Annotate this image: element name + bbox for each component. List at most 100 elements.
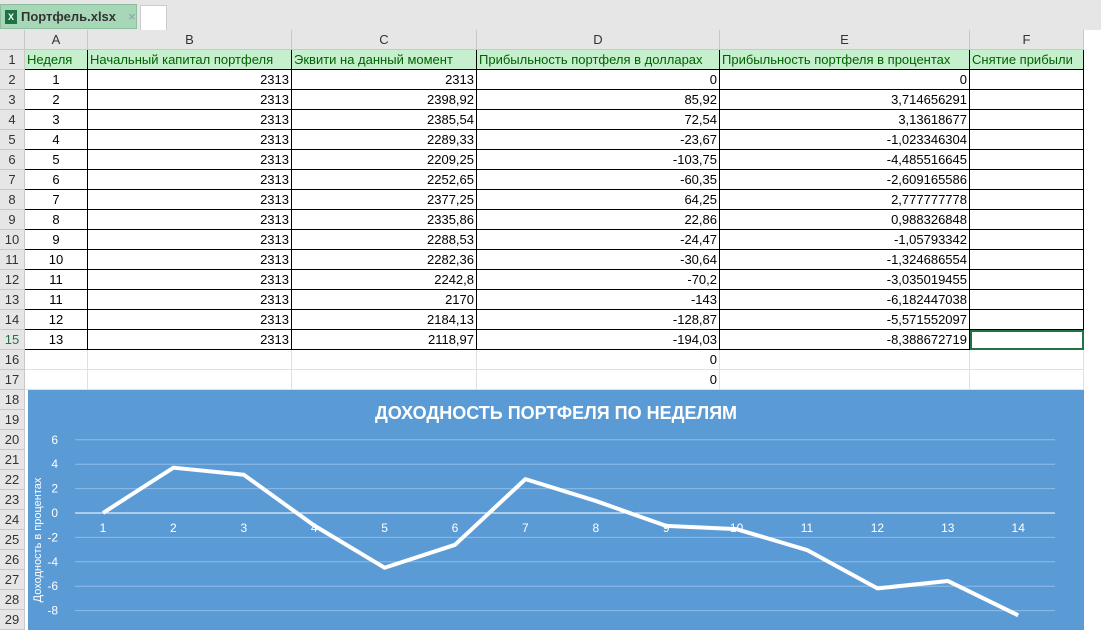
table-cell[interactable]: 6 — [25, 170, 88, 190]
table-cell[interactable] — [970, 330, 1084, 350]
table-cell[interactable] — [88, 370, 292, 390]
table-cell[interactable]: 85,92 — [477, 90, 720, 110]
row-header[interactable]: 23 — [0, 490, 25, 510]
table-cell[interactable]: 3,714656291 — [720, 90, 970, 110]
row-header[interactable]: 15 — [0, 330, 25, 350]
row-header[interactable]: 12 — [0, 270, 25, 290]
table-cell[interactable]: 5 — [25, 150, 88, 170]
row-header[interactable]: 27 — [0, 570, 25, 590]
table-cell[interactable]: -103,75 — [477, 150, 720, 170]
row-header[interactable]: 7 — [0, 170, 25, 190]
table-cell[interactable]: 2 — [25, 90, 88, 110]
column-header-B[interactable]: B — [88, 30, 292, 50]
table-cell[interactable]: 2313 — [88, 90, 292, 110]
table-cell[interactable]: -194,03 — [477, 330, 720, 350]
row-header[interactable]: 10 — [0, 230, 25, 250]
row-header[interactable]: 22 — [0, 470, 25, 490]
table-cell[interactable]: 3,13618677 — [720, 110, 970, 130]
tab-portfel[interactable]: X Портфель.xlsx × — [0, 4, 137, 29]
table-cell[interactable] — [970, 90, 1084, 110]
row-header[interactable]: 4 — [0, 110, 25, 130]
table-cell[interactable]: 2313 — [292, 70, 477, 90]
table-cell[interactable]: 4 — [25, 130, 88, 150]
table-cell[interactable]: 0,988326848 — [720, 210, 970, 230]
table-cell[interactable]: -60,35 — [477, 170, 720, 190]
table-cell[interactable]: 2313 — [88, 230, 292, 250]
table-cell[interactable]: 2313 — [88, 290, 292, 310]
row-header[interactable]: 9 — [0, 210, 25, 230]
table-cell[interactable]: 2313 — [88, 110, 292, 130]
table-cell[interactable]: 8 — [25, 210, 88, 230]
table-cell[interactable]: 0 — [477, 350, 720, 370]
table-cell[interactable]: 2118,97 — [292, 330, 477, 350]
table-cell[interactable]: 13 — [25, 330, 88, 350]
column-header-D[interactable]: D — [477, 30, 720, 50]
row-header[interactable]: 5 — [0, 130, 25, 150]
table-cell[interactable] — [970, 350, 1084, 370]
table-cell[interactable] — [970, 130, 1084, 150]
select-all-button[interactable] — [0, 30, 25, 50]
row-header[interactable]: 1 — [0, 50, 25, 70]
table-cell[interactable] — [970, 370, 1084, 390]
row-header[interactable]: 25 — [0, 530, 25, 550]
table-cell[interactable]: -5,571552097 — [720, 310, 970, 330]
table-cell[interactable]: -143 — [477, 290, 720, 310]
table-cell[interactable]: -2,609165586 — [720, 170, 970, 190]
table-cell[interactable]: 11 — [25, 270, 88, 290]
table-cell[interactable]: -24,47 — [477, 230, 720, 250]
table-cell[interactable] — [720, 370, 970, 390]
table-cell[interactable]: -1,324686554 — [720, 250, 970, 270]
row-header[interactable]: 13 — [0, 290, 25, 310]
table-cell[interactable]: -128,87 — [477, 310, 720, 330]
table-cell[interactable]: 22,86 — [477, 210, 720, 230]
table-cell[interactable]: 12 — [25, 310, 88, 330]
table-cell[interactable] — [970, 210, 1084, 230]
table-cell[interactable]: 2209,25 — [292, 150, 477, 170]
header-cell[interactable]: Прибыльность портфеля в долларах — [477, 50, 720, 70]
row-header[interactable]: 20 — [0, 430, 25, 450]
header-cell[interactable]: Снятие прибыли — [970, 50, 1084, 70]
new-tab-button[interactable] — [140, 5, 167, 31]
table-cell[interactable]: -6,182447038 — [720, 290, 970, 310]
table-cell[interactable]: 2398,92 — [292, 90, 477, 110]
table-cell[interactable] — [88, 350, 292, 370]
table-cell[interactable]: 1 — [25, 70, 88, 90]
row-header[interactable]: 29 — [0, 610, 25, 630]
row-header[interactable]: 24 — [0, 510, 25, 530]
table-cell[interactable]: 2313 — [88, 210, 292, 230]
row-header[interactable]: 2 — [0, 70, 25, 90]
table-cell[interactable]: 2,777777778 — [720, 190, 970, 210]
table-cell[interactable] — [970, 70, 1084, 90]
table-cell[interactable] — [25, 370, 88, 390]
column-header-C[interactable]: C — [292, 30, 477, 50]
row-header[interactable]: 3 — [0, 90, 25, 110]
table-cell[interactable] — [292, 350, 477, 370]
table-cell[interactable]: 11 — [25, 290, 88, 310]
table-cell[interactable]: -23,67 — [477, 130, 720, 150]
table-cell[interactable]: -3,035019455 — [720, 270, 970, 290]
header-cell[interactable]: Начальный капитал портфеля — [88, 50, 292, 70]
row-header[interactable]: 16 — [0, 350, 25, 370]
table-cell[interactable]: -70,2 — [477, 270, 720, 290]
header-cell[interactable]: Эквити на данный момент — [292, 50, 477, 70]
column-header-A[interactable]: A — [25, 30, 88, 50]
table-cell[interactable] — [292, 370, 477, 390]
table-cell[interactable]: 2313 — [88, 270, 292, 290]
table-cell[interactable] — [970, 270, 1084, 290]
table-cell[interactable]: -1,05793342 — [720, 230, 970, 250]
table-cell[interactable] — [970, 170, 1084, 190]
table-cell[interactable]: 2184,13 — [292, 310, 477, 330]
table-cell[interactable]: 2313 — [88, 250, 292, 270]
header-cell[interactable]: Прибыльность портфеля в процентах — [720, 50, 970, 70]
row-header[interactable]: 14 — [0, 310, 25, 330]
table-cell[interactable]: 2170 — [292, 290, 477, 310]
table-cell[interactable]: -4,485516645 — [720, 150, 970, 170]
table-cell[interactable]: 0 — [720, 70, 970, 90]
table-cell[interactable]: -8,388672719 — [720, 330, 970, 350]
table-cell[interactable] — [720, 350, 970, 370]
row-header[interactable]: 19 — [0, 410, 25, 430]
row-header[interactable]: 17 — [0, 370, 25, 390]
close-icon[interactable]: × — [128, 9, 136, 24]
column-header-E[interactable]: E — [720, 30, 970, 50]
table-cell[interactable]: 2313 — [88, 310, 292, 330]
